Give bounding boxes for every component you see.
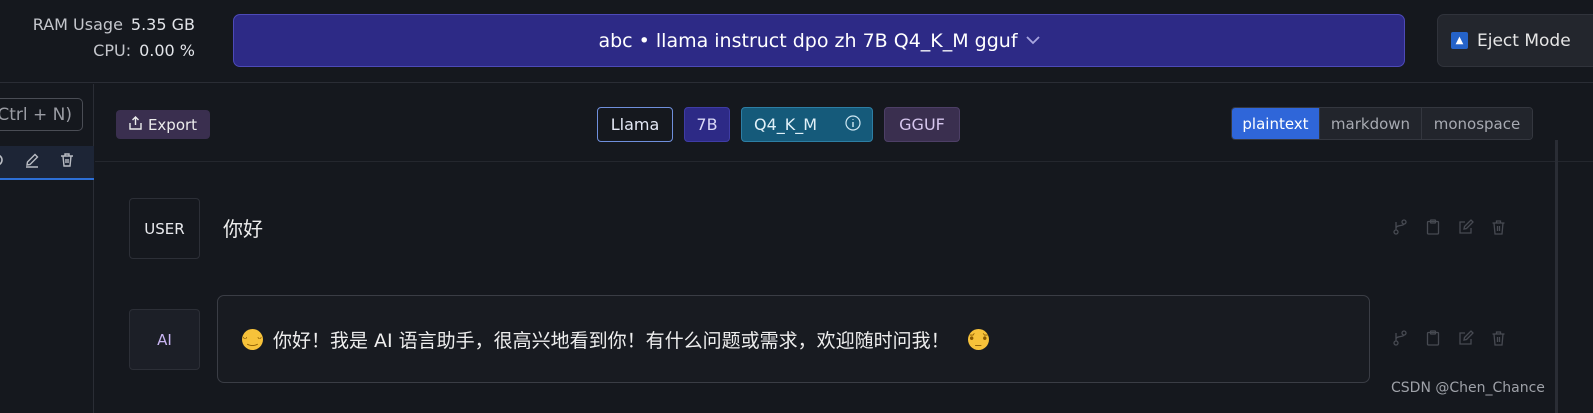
top-bar: RAM Usage 5.35 GB CPU: 0.00 % abc • llam… (0, 0, 1593, 83)
cpu-usage-row: CPU: 0.00 % (0, 38, 200, 64)
format-markdown-button[interactable]: markdown (1320, 108, 1422, 139)
scrollbar[interactable] (1555, 140, 1558, 413)
ai-role-badge[interactable]: AI (129, 309, 200, 370)
model-size-label: 7B (696, 115, 718, 134)
model-selector-label: abc • llama instruct dpo zh 7B Q4_K_M gg… (598, 29, 1018, 52)
branch-icon[interactable] (1391, 218, 1408, 236)
format-monospace-button[interactable]: monospace (1422, 108, 1532, 139)
system-stats: RAM Usage 5.35 GB CPU: 0.00 % (0, 12, 200, 64)
ai-role-label: AI (157, 330, 172, 349)
ram-usage-label: RAM Usage (32, 15, 123, 34)
cpu-usage-label: CPU: (93, 41, 132, 60)
ram-usage-row: RAM Usage 5.35 GB (0, 12, 200, 38)
ai-message-actions (1391, 329, 1507, 347)
eject-icon: ▲ (1451, 32, 1468, 49)
user-role-badge[interactable]: USER (129, 198, 200, 259)
chat-sidebar: Ctrl + N) (0, 84, 94, 413)
chevron-down-icon (1025, 33, 1040, 49)
model-size-tag: 7B (684, 107, 730, 142)
eject-model-button[interactable]: ▲ Eject Mode (1437, 14, 1593, 67)
model-family-label: Llama (610, 115, 660, 134)
ai-message-bubble: ᵕ‿ᵕ 你好！我是 AI 语言助手，很高兴地看到你！有什么问题或需求，欢迎随时问… (217, 295, 1370, 383)
model-selector[interactable]: abc • llama instruct dpo zh 7B Q4_K_M gg… (233, 14, 1405, 67)
user-role-label: USER (144, 219, 185, 238)
trash-icon[interactable] (1490, 218, 1507, 236)
copy-icon[interactable] (1424, 218, 1441, 236)
new-chat-button[interactable]: Ctrl + N) (0, 98, 83, 131)
output-format-toggle: plaintext markdown monospace (1231, 107, 1533, 140)
edit-icon[interactable] (24, 152, 40, 172)
ai-message-text: 你好！我是 AI 语言助手，很高兴地看到你！有什么问题或需求，欢迎随时问我！ (273, 329, 950, 352)
format-monospace-label: monospace (1433, 114, 1521, 133)
trash-icon[interactable] (59, 152, 75, 172)
thinking-emoji-icon: •᷄_•᷅ (967, 328, 989, 350)
ram-usage-value: 5.35 GB (130, 15, 195, 34)
eject-label: Eject Mode (1477, 30, 1571, 51)
format-plaintext-button[interactable]: plaintext (1232, 108, 1320, 139)
export-button[interactable]: Export (116, 110, 210, 139)
rename-icon[interactable] (0, 152, 6, 172)
export-icon (129, 115, 142, 134)
format-plaintext-label: plaintext (1242, 114, 1309, 133)
trash-icon[interactable] (1490, 329, 1507, 347)
model-family-tag: Llama (597, 107, 673, 142)
chat-toolbar: Export Llama 7B Q4_K_M GGUF plaintext ma… (95, 84, 1593, 162)
branch-icon[interactable] (1391, 329, 1408, 347)
format-markdown-label: markdown (1330, 114, 1411, 133)
model-format-label: GGUF (899, 115, 945, 134)
new-chat-label: Ctrl + N) (0, 104, 72, 125)
smile-emoji-icon: ᵕ‿ᵕ (242, 328, 263, 350)
edit-icon[interactable] (1457, 329, 1474, 347)
quantization-label: Q4_K_M (754, 115, 818, 134)
sidebar-chat-item[interactable] (0, 146, 94, 180)
export-label: Export (147, 115, 198, 134)
watermark-text: CSDN @Chen_Chance (1391, 380, 1545, 396)
cpu-usage-value: 0.00 % (139, 41, 195, 60)
copy-icon[interactable] (1424, 329, 1441, 347)
user-message-actions (1391, 218, 1507, 236)
model-format-tag: GGUF (884, 107, 960, 142)
info-icon[interactable] (845, 114, 861, 135)
quantization-tag[interactable]: Q4_K_M (741, 107, 873, 142)
edit-icon[interactable] (1457, 218, 1474, 236)
user-message-text: 你好 (223, 217, 263, 241)
